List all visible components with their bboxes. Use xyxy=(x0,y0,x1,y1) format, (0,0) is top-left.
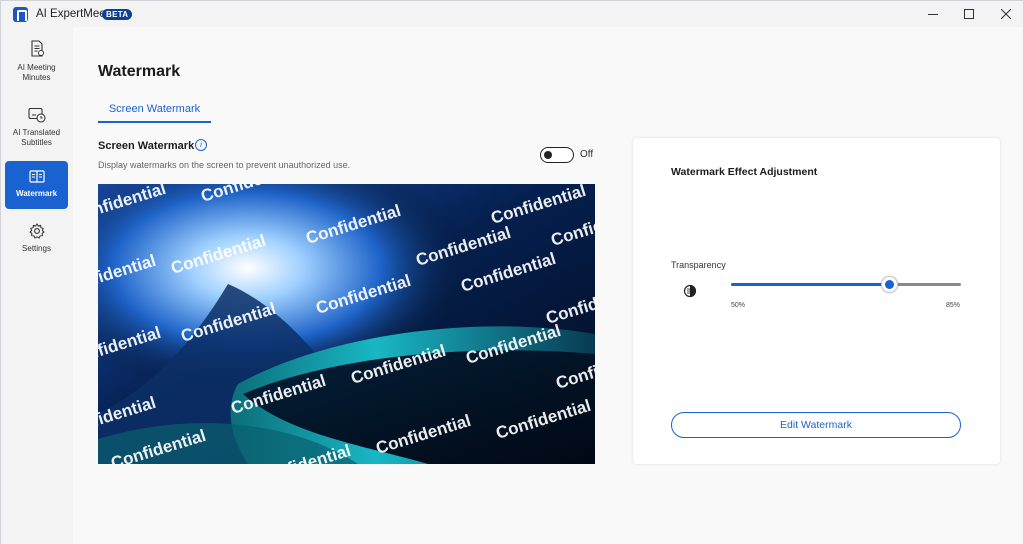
maximize-icon[interactable] xyxy=(952,1,986,27)
preview-wallpaper-image: Confidential ConfidentialConfidential Conf… xyxy=(98,184,595,464)
watermark-preview: Confidential Confidential Confidential Conf… xyxy=(98,184,595,464)
beta-badge: BETA xyxy=(102,9,133,20)
document-icon xyxy=(30,40,44,57)
app-logo-icon xyxy=(13,7,28,22)
close-icon[interactable] xyxy=(989,1,1023,27)
subtitles-clock-icon xyxy=(27,107,46,123)
sidebar-item-label: AI Meeting Minutes xyxy=(17,63,56,82)
app-title: AI ExpertMeet xyxy=(36,8,109,20)
toggle-state-label: Off xyxy=(580,149,594,160)
sidebar-item-ai-meeting-minutes[interactable]: AI Meeting Minutes xyxy=(5,39,68,87)
minimize-icon[interactable] xyxy=(916,1,950,27)
contrast-icon xyxy=(683,284,697,298)
sidebar: AI Meeting Minutes AI Translated Subtitl… xyxy=(1,27,73,544)
watermark-toggle[interactable] xyxy=(540,147,574,163)
gear-icon xyxy=(28,223,45,239)
transparency-label: Transparency xyxy=(671,260,726,270)
sidebar-item-ai-translated-subtitles[interactable]: AI Translated Subtitles xyxy=(5,105,68,153)
slider-fill xyxy=(731,283,890,286)
sidebar-item-label: Settings xyxy=(22,244,51,253)
page-title: Watermark xyxy=(98,63,181,80)
sidebar-item-settings[interactable]: Settings xyxy=(5,221,68,261)
main-content: Watermark Screen Watermark Screen Waterm… xyxy=(73,27,1023,544)
effect-adjustment-panel: Watermark Effect Adjustment Transparency… xyxy=(633,138,1000,464)
tab-screen-watermark[interactable]: Screen Watermark xyxy=(98,103,211,123)
panel-title: Watermark Effect Adjustment xyxy=(671,166,818,178)
sidebar-item-label: AI Translated Subtitles xyxy=(12,128,61,147)
sidebar-item-watermark[interactable]: Watermark xyxy=(5,161,68,209)
book-icon xyxy=(28,170,45,183)
section-description: Display watermarks on the screen to prev… xyxy=(98,160,351,170)
toggle-knob xyxy=(544,150,552,159)
info-icon[interactable]: i xyxy=(195,139,207,151)
sidebar-item-label: Watermark xyxy=(15,189,58,198)
edit-watermark-button[interactable]: Edit Watermark xyxy=(671,412,961,438)
title-bar: AI ExpertMeet BETA xyxy=(1,1,1023,27)
slider-min-label: 50% xyxy=(731,302,746,309)
slider-max-label: 85% xyxy=(946,302,961,309)
slider-thumb[interactable] xyxy=(881,276,899,293)
section-title: Screen Watermark xyxy=(98,140,195,152)
transparency-slider[interactable] xyxy=(731,272,961,298)
app-window: AI ExpertMeet BETA AI Meeting Minutes AI… xyxy=(0,0,1024,544)
